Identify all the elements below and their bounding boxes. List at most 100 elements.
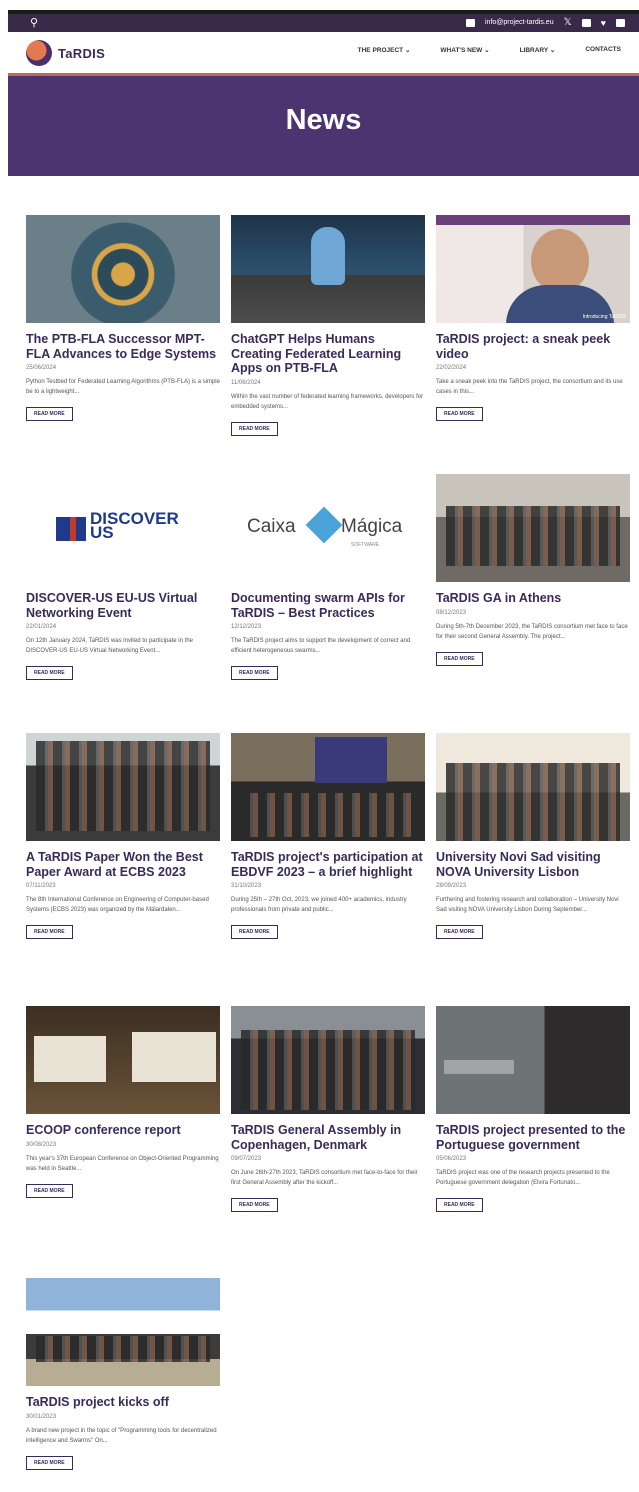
news-thumbnail[interactable] xyxy=(436,474,630,582)
cube-icon xyxy=(305,506,343,544)
read-more-button[interactable]: READ MORE xyxy=(26,1183,73,1198)
news-excerpt: A brand new project in the topic of "Pro… xyxy=(26,1427,217,1444)
news-title[interactable]: TaRDIS project: a sneak peek video xyxy=(436,332,630,361)
news-date: 30/08/2023 xyxy=(26,1141,57,1148)
audience-photo xyxy=(241,793,415,837)
slide-text xyxy=(444,1060,514,1074)
group-photo xyxy=(446,506,620,566)
news-date: 07/11/2023 xyxy=(26,883,56,889)
slide-screen-left xyxy=(34,1036,106,1082)
news-excerpt: The TaRDIS project aims to support the d… xyxy=(231,638,411,654)
news-thumbnail[interactable] xyxy=(26,1006,220,1114)
search-icon[interactable]: ⚲ xyxy=(30,16,38,29)
news-date: 22/01/2024 xyxy=(26,624,57,630)
group-photo xyxy=(446,763,620,841)
news-excerpt: Furthering and fostering research and co… xyxy=(436,897,619,913)
read-more-button[interactable]: READ MORE xyxy=(26,1455,73,1470)
nav-item-contacts[interactable]: CONTACTS xyxy=(585,46,621,54)
slide-screen-right xyxy=(132,1032,216,1082)
news-title[interactable]: Documenting swarm APIs for TaRDIS – Best… xyxy=(231,591,425,620)
news-excerpt: Python Testbed for Federated Learning Al… xyxy=(26,379,220,395)
news-thumbnail[interactable] xyxy=(231,1006,425,1114)
news-card: TaRDIS General Assembly in Copenhagen, D… xyxy=(231,1006,425,1212)
nav-item-whats-new[interactable]: WHAT'S NEW ⌄ xyxy=(440,46,489,54)
discover-us-logo-text: DISCOVER US xyxy=(90,509,179,542)
read-more-button[interactable]: READ MORE xyxy=(26,407,73,421)
read-more-button[interactable]: READ MORE xyxy=(26,925,73,939)
video-caption: Introducing TaRDIS xyxy=(582,314,626,320)
news-title[interactable]: ECOOP conference report xyxy=(26,1123,220,1138)
news-date: 05/06/2023 xyxy=(436,1156,467,1162)
news-title[interactable]: TaRDIS General Assembly in Copenhagen, D… xyxy=(231,1123,425,1152)
news-title[interactable]: ChatGPT Helps Humans Creating Federated … xyxy=(231,332,425,376)
news-excerpt: TaRDIS project was one of the research p… xyxy=(436,1170,610,1186)
site-logo[interactable]: TaRDIS xyxy=(26,40,105,66)
thumb-band xyxy=(436,215,630,225)
news-excerpt: On June 26th-27th 2023, TaRDIS consortiu… xyxy=(231,1170,418,1186)
news-thumbnail[interactable] xyxy=(26,215,220,323)
news-date: 12/12/2023 xyxy=(231,624,262,630)
page-hero: News xyxy=(8,76,639,176)
news-card: The PTB-FLA Successor MPT-FLA Advances t… xyxy=(26,215,220,421)
news-date: 22/02/2024 xyxy=(436,365,467,371)
news-title[interactable]: DISCOVER-US EU-US Virtual Networking Eve… xyxy=(26,591,220,620)
news-card: A TaRDIS Paper Won the Best Paper Award … xyxy=(26,733,220,939)
email-icon xyxy=(466,18,475,27)
presenter-face xyxy=(531,229,589,293)
nav-menu: THE PROJECT ⌄ WHAT'S NEW ⌄ LIBRARY ⌄ CON… xyxy=(358,46,621,54)
news-date: 31/10/2023 xyxy=(231,883,262,889)
news-thumbnail[interactable]: DISCOVER US xyxy=(26,474,220,582)
news-excerpt: This year's 37th European Conference on … xyxy=(26,1155,219,1172)
news-thumbnail[interactable]: Introducing TaRDIS xyxy=(436,215,630,323)
bluesky-icon[interactable]: ♥ xyxy=(601,18,606,28)
projection-screen xyxy=(315,737,387,783)
news-thumbnail[interactable] xyxy=(231,215,425,323)
read-more-button[interactable]: READ MORE xyxy=(436,651,483,666)
news-card: Caixa Mágica SOFTWARE Documenting swarm … xyxy=(231,474,425,680)
news-thumbnail[interactable]: Caixa Mágica SOFTWARE xyxy=(231,474,425,582)
read-more-button[interactable]: READ MORE xyxy=(231,1198,278,1212)
nav-item-library[interactable]: LIBRARY ⌄ xyxy=(520,46,556,54)
logo-mark-icon xyxy=(26,40,52,66)
read-more-button[interactable]: READ MORE xyxy=(436,407,483,421)
news-card: TaRDIS project's participation at EBDVF … xyxy=(231,733,425,939)
caixa-logo-text: Caixa xyxy=(247,516,296,537)
news-thumbnail[interactable] xyxy=(26,1278,220,1386)
news-thumbnail[interactable] xyxy=(26,733,220,841)
news-title[interactable]: The PTB-FLA Successor MPT-FLA Advances t… xyxy=(26,332,220,361)
read-more-button[interactable]: READ MORE xyxy=(231,666,278,680)
nav-item-the-project[interactable]: THE PROJECT ⌄ xyxy=(358,46,411,54)
news-title[interactable]: A TaRDIS Paper Won the Best Paper Award … xyxy=(26,850,220,879)
news-thumbnail[interactable] xyxy=(231,733,425,841)
news-thumbnail[interactable] xyxy=(436,1006,630,1114)
read-more-button[interactable]: READ MORE xyxy=(436,1198,483,1212)
x-twitter-icon[interactable]: 𝕏 xyxy=(564,17,572,28)
group-photo xyxy=(241,1030,415,1110)
news-excerpt: On 12th January 2024, TaRDIS was invited… xyxy=(26,638,193,654)
news-card: TaRDIS project presented to the Portugue… xyxy=(436,1006,630,1212)
robot-figure xyxy=(311,227,345,285)
news-title[interactable]: TaRDIS project's participation at EBDVF … xyxy=(231,850,425,879)
news-card: Introducing TaRDIS TaRDIS project: a sne… xyxy=(436,215,630,421)
news-excerpt: During 25th – 27th Oct, 2023, we joined … xyxy=(231,897,407,913)
news-title[interactable]: TaRDIS project presented to the Portugue… xyxy=(436,1123,630,1152)
news-excerpt: Take a sneak peek into the TaRDIS projec… xyxy=(436,379,623,395)
news-title[interactable]: University Novi Sad visiting NOVA Univer… xyxy=(436,850,630,879)
read-more-button[interactable]: READ MORE xyxy=(231,925,278,939)
news-excerpt: Within the vast number of federated lear… xyxy=(231,393,424,410)
linkedin-icon[interactable] xyxy=(581,18,591,27)
news-date: 28/09/2023 xyxy=(436,883,467,889)
magica-logo-text: Mágica xyxy=(341,516,403,537)
news-card: TaRDIS project kicks off 30/01/2023 A br… xyxy=(26,1278,220,1470)
youtube-icon[interactable] xyxy=(616,18,625,27)
read-more-button[interactable]: READ MORE xyxy=(231,421,278,436)
main-navbar: TaRDIS THE PROJECT ⌄ WHAT'S NEW ⌄ LIBRAR… xyxy=(8,32,639,76)
news-card: DISCOVER US DISCOVER-US EU-US Virtual Net… xyxy=(26,474,220,680)
read-more-button[interactable]: READ MORE xyxy=(436,925,483,939)
read-more-button[interactable]: READ MORE xyxy=(26,666,73,680)
news-title[interactable]: TaRDIS GA in Athens xyxy=(436,591,630,606)
news-thumbnail[interactable] xyxy=(436,733,630,841)
news-date: 25/06/2024 xyxy=(26,365,57,371)
news-title[interactable]: TaRDIS project kicks off xyxy=(26,1395,220,1410)
contact-email[interactable]: info@project-tardis.eu xyxy=(485,19,554,26)
